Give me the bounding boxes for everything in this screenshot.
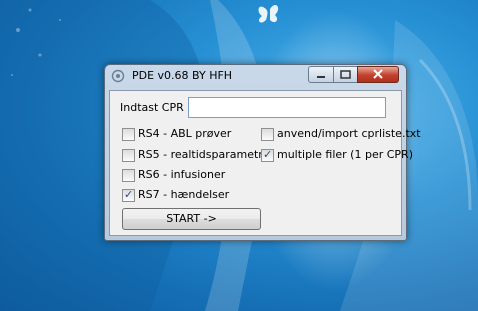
- rs5-checkbox[interactable]: [122, 149, 135, 162]
- rs7-label[interactable]: RS7 - hændelser: [138, 188, 229, 201]
- rs5-label[interactable]: RS5 - realtidsparametre: [138, 148, 269, 161]
- checkmark-icon: ✓: [124, 188, 134, 201]
- cpr-input[interactable]: [188, 97, 386, 118]
- multiple-files-label[interactable]: multiple filer (1 per CPR): [277, 148, 413, 161]
- window-title: PDE v0.68 BY HFH: [132, 69, 233, 82]
- start-button[interactable]: START ->: [122, 208, 261, 230]
- import-cprliste-checkbox[interactable]: [261, 128, 274, 141]
- checkmark-icon: ✓: [263, 148, 273, 161]
- app-icon[interactable]: [111, 69, 125, 83]
- maximize-button[interactable]: [333, 66, 358, 83]
- rs7-checkbox[interactable]: ✓: [122, 188, 135, 202]
- dialog-body: Indtast CPR RS4 - ABL prøver RS5 - realt…: [109, 90, 421, 236]
- multiple-files-checkbox[interactable]: ✓: [261, 148, 274, 162]
- rs4-checkbox[interactable]: [122, 128, 135, 141]
- cpr-label: Indtast CPR: [120, 101, 184, 114]
- close-icon: [373, 69, 383, 79]
- app-window: PDE v0.68 BY HFH Indtast CPR RS4 - ABL p…: [104, 64, 421, 241]
- title-bar[interactable]: PDE v0.68 BY HFH: [105, 65, 406, 87]
- rs6-label[interactable]: RS6 - infusioner: [138, 168, 225, 181]
- rs6-checkbox[interactable]: [122, 169, 135, 182]
- maximize-icon: [340, 70, 351, 79]
- butterfly-icon: [258, 4, 279, 23]
- close-button[interactable]: [357, 66, 399, 83]
- minimize-button[interactable]: [308, 66, 334, 83]
- import-cprliste-label[interactable]: anvend/import cprliste.txt: [277, 127, 421, 140]
- minimize-icon: [317, 76, 325, 78]
- rs4-label[interactable]: RS4 - ABL prøver: [138, 127, 231, 140]
